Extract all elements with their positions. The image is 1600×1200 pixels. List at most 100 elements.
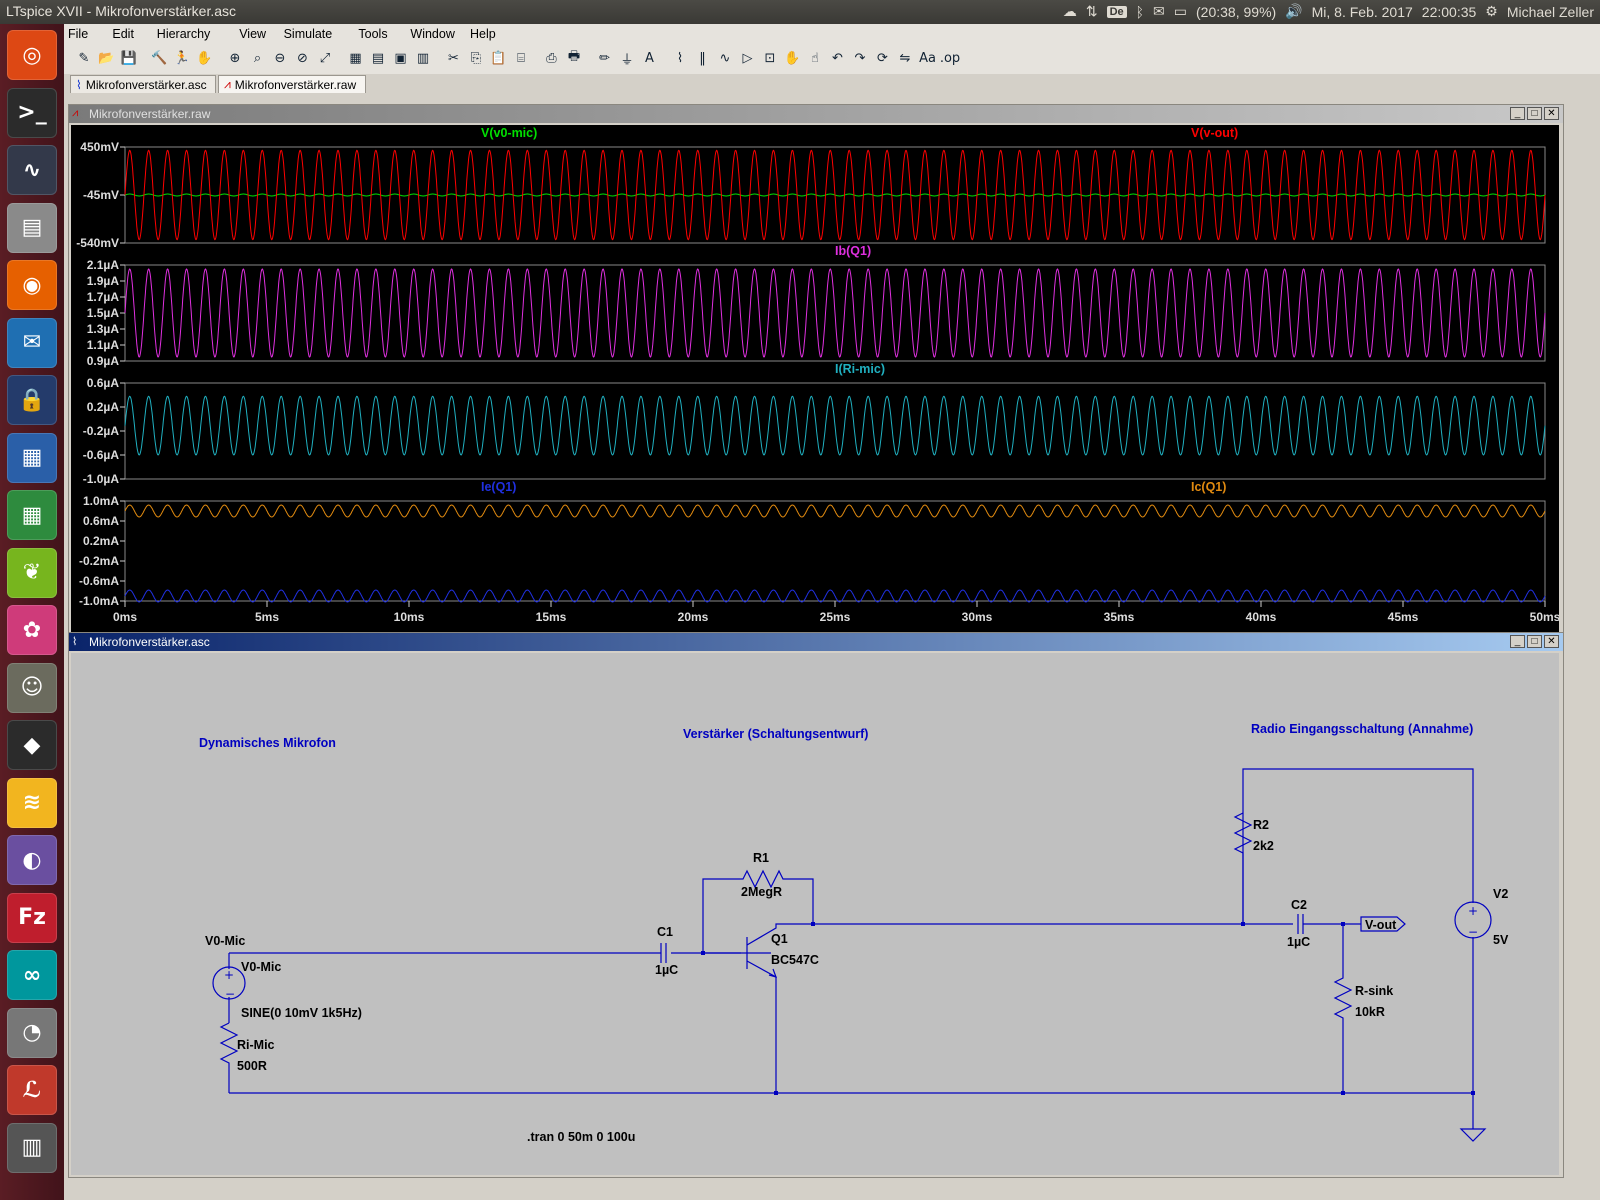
- lazarus-icon[interactable]: ℒ: [7, 1065, 57, 1115]
- waveform-window-titlebar[interactable]: ⩘ Mikrofonverstärker.raw _ □ ✕: [69, 105, 1563, 123]
- vout-label[interactable]: V-out: [1365, 918, 1397, 932]
- zoom-in-icon[interactable]: ⊕: [225, 48, 245, 68]
- cut-icon[interactable]: ✂: [444, 48, 464, 68]
- menu-help[interactable]: Help: [470, 27, 496, 41]
- firefox-icon[interactable]: ◉: [7, 260, 57, 310]
- waveform-plot[interactable]: 450mV -45mV -540mV V(v0-mic) V(v-out) 2.1µA 1.…: [71, 125, 1560, 645]
- v0-source-name[interactable]: V0-Mic: [241, 960, 281, 974]
- resistor-icon[interactable]: ⌇: [670, 48, 690, 68]
- cloud-icon[interactable]: ☁: [1063, 3, 1077, 20]
- file-manager-icon[interactable]: ▤: [7, 202, 57, 253]
- series-legend-label[interactable]: V(v-out): [1191, 126, 1238, 140]
- thunderbird-icon[interactable]: ✉: [7, 317, 57, 368]
- rsink-name[interactable]: R-sink: [1355, 984, 1393, 998]
- keyboard-layout-indicator[interactable]: De: [1106, 5, 1127, 18]
- network-icon[interactable]: ⇅: [1086, 3, 1098, 20]
- plot-area[interactable]: 450mV -45mV -540mV V(v0-mic) V(v-out) 2.1µA 1.…: [71, 125, 1561, 645]
- control-panel-icon[interactable]: 🔨: [150, 48, 170, 68]
- date-label[interactable]: Mi, 8. Feb. 2017: [1312, 4, 1413, 20]
- copy-icon[interactable]: ⎘: [466, 48, 486, 68]
- terminal-icon[interactable]: >_: [7, 87, 57, 138]
- label-net-icon[interactable]: A: [640, 48, 660, 68]
- r2-name[interactable]: R2: [1253, 818, 1269, 832]
- inkscape-icon[interactable]: ◆: [7, 720, 57, 770]
- v0-source-value[interactable]: SINE(0 10mV 1k5Hz): [241, 1006, 362, 1020]
- series-legend-label[interactable]: I(Ri-mic): [835, 362, 885, 376]
- open-icon[interactable]: 📂: [97, 48, 117, 68]
- diode-icon[interactable]: ▷: [738, 48, 758, 68]
- c1-value[interactable]: 1µC: [655, 963, 678, 977]
- series-legend-label[interactable]: Ie(Q1): [481, 480, 516, 494]
- keepass-icon[interactable]: 🔒: [7, 375, 57, 425]
- layers-icon[interactable]: ≋: [7, 777, 57, 828]
- arduino-icon[interactable]: ∞: [7, 950, 57, 1000]
- tab-waveform[interactable]: ⩘ Mikrofonverstärker.raw: [218, 75, 366, 93]
- redo-icon[interactable]: ↷: [850, 48, 870, 68]
- mic-section-label[interactable]: Dynamisches Mikrofon: [199, 736, 336, 750]
- plot-pane-1[interactable]: 450mV -45mV -540mV V(v0-mic) V(v-out): [76, 126, 1546, 250]
- battery-icon[interactable]: ▭: [1174, 3, 1187, 20]
- grid-icon[interactable]: ▦: [346, 48, 366, 68]
- paste-icon[interactable]: 📋: [489, 48, 509, 68]
- tile-horizontal-icon[interactable]: ▤: [368, 48, 388, 68]
- series-legend-label[interactable]: Ib(Q1): [835, 244, 871, 258]
- amp-section-label[interactable]: Verstärker (Schaltungsentwurf): [683, 727, 868, 741]
- v2-name[interactable]: V2: [1493, 887, 1508, 901]
- plot-pane-2[interactable]: 2.1µA 1.9µA 1.7µA 1.5µA 1.3µA 1.1µA 0.9µA Ib(Q1…: [87, 244, 1546, 368]
- series-trace-Ie(Q1)[interactable]: [124, 589, 1546, 603]
- shotwell-icon[interactable]: ✿: [7, 605, 57, 655]
- q1-name[interactable]: Q1: [771, 932, 788, 946]
- close-button[interactable]: ✕: [1544, 635, 1559, 648]
- maximize-button[interactable]: □: [1527, 635, 1542, 648]
- bluetooth-icon[interactable]: ᛒ: [1136, 4, 1144, 20]
- time-label[interactable]: 22:00:35: [1422, 4, 1477, 20]
- menu-simulate[interactable]: Simulate: [284, 27, 333, 41]
- c2-name[interactable]: C2: [1291, 898, 1307, 912]
- move-icon[interactable]: ✋: [783, 48, 803, 68]
- series-trace-V(v-out)[interactable]: [124, 149, 1546, 241]
- system-monitor-icon[interactable]: ∿: [7, 145, 57, 195]
- zoom-pan-icon[interactable]: ⌕: [248, 48, 268, 68]
- menu-tools[interactable]: Tools: [358, 27, 387, 41]
- ground-icon[interactable]: ⏚: [617, 48, 637, 68]
- inductor-icon[interactable]: ∿: [715, 48, 735, 68]
- schematic-canvas[interactable]: + − + − Dynamisches Mikrofon Verstärker …: [71, 653, 1559, 1175]
- undo-icon[interactable]: ↶: [828, 48, 848, 68]
- series-legend-label[interactable]: Ic(Q1): [1191, 480, 1226, 494]
- mail-icon[interactable]: ✉: [1153, 3, 1165, 20]
- series-trace-Ib(Q1)[interactable]: [124, 268, 1546, 358]
- maximize-button[interactable]: □: [1527, 107, 1542, 120]
- ubuntu-icon[interactable]: ◎: [7, 30, 57, 80]
- print-icon[interactable]: 🖶: [564, 48, 584, 68]
- drag-icon[interactable]: ☝: [805, 48, 825, 68]
- radio-section-label[interactable]: Radio Eingangsschaltung (Annahme): [1251, 722, 1473, 736]
- volume-icon[interactable]: 🔊: [1285, 3, 1302, 20]
- evolution-icon[interactable]: ❦: [7, 547, 57, 598]
- spice-directive[interactable]: .tran 0 50m 0 100u: [527, 1130, 635, 1144]
- menu-file[interactable]: File: [68, 27, 88, 41]
- component-icon[interactable]: ⊡: [760, 48, 780, 68]
- writer-icon[interactable]: ▦: [7, 432, 57, 483]
- zoom-out-icon[interactable]: ⊖: [270, 48, 290, 68]
- close-button[interactable]: ✕: [1544, 107, 1559, 120]
- c1-name[interactable]: C1: [657, 925, 673, 939]
- ri-mic-name[interactable]: Ri-Mic: [237, 1038, 275, 1052]
- rotate-icon[interactable]: ⟳: [873, 48, 893, 68]
- find-icon[interactable]: ⌸: [511, 48, 531, 68]
- new-schematic-icon[interactable]: ✎: [74, 48, 94, 68]
- plot-pane-3[interactable]: 0.6µA 0.2µA -0.2µA -0.6µA -1.0µA I(Ri-mic): [83, 362, 1546, 486]
- print-setup-icon[interactable]: ⎙: [542, 48, 562, 68]
- battery-status[interactable]: (20:38, 99%): [1196, 4, 1276, 20]
- tab-schematic[interactable]: ⌇ Mikrofonverstärker.asc: [70, 75, 216, 93]
- r1-value[interactable]: 2MegR: [741, 885, 782, 899]
- draw-wire-icon[interactable]: ✏: [595, 48, 615, 68]
- user-name[interactable]: Michael Zeller: [1507, 4, 1594, 20]
- disks-icon[interactable]: ◔: [7, 1007, 57, 1058]
- minimize-button[interactable]: _: [1510, 107, 1525, 120]
- q1-value[interactable]: BC547C: [771, 953, 819, 967]
- zoom-fit-icon[interactable]: ⊘: [293, 48, 313, 68]
- stack-icon[interactable]: ▥: [7, 1122, 57, 1173]
- mirror-icon[interactable]: ⇋: [895, 48, 915, 68]
- series-trace-I(Ri-mic)[interactable]: [124, 395, 1546, 456]
- capacitor-icon[interactable]: ‖: [693, 48, 713, 68]
